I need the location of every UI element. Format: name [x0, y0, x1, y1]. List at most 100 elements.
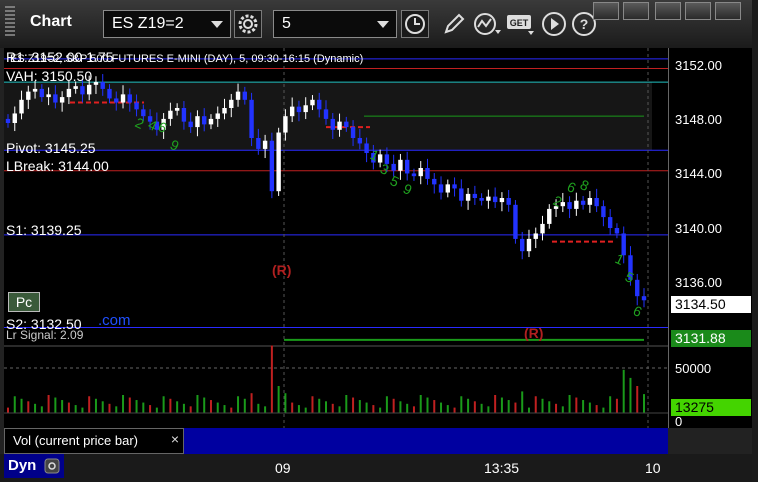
candle-body [465, 193, 471, 201]
volume-bar [237, 396, 240, 413]
clock-icon[interactable] [401, 10, 429, 38]
candle-body [303, 105, 308, 113]
pin-icon[interactable] [593, 2, 619, 20]
volume-tick: 0 [675, 414, 683, 429]
time-label: 13:35 [484, 460, 520, 476]
sequence-count: 6 [631, 302, 645, 320]
volume-bar [446, 405, 449, 413]
com-text: .com [98, 312, 131, 329]
volume-bar [331, 403, 334, 413]
candle-body [59, 97, 65, 103]
candle-body [46, 94, 51, 98]
volume-bar [196, 395, 199, 413]
candle-body [310, 99, 315, 106]
volume-bar [88, 396, 91, 413]
window-controls [593, 2, 743, 22]
volume-bar [629, 377, 632, 413]
volume-bar [94, 398, 97, 413]
r1-label: R1: 3152.00 1.75 [6, 49, 113, 65]
candle-body [283, 116, 288, 133]
volume-bar [189, 406, 192, 413]
volume-bar [385, 396, 388, 413]
vah-label: VAH: 3150.50 [6, 68, 93, 84]
minimize-icon[interactable] [655, 2, 681, 20]
volume-bar [555, 403, 558, 413]
candle-body [641, 296, 647, 301]
sequence-count: 5 [388, 172, 402, 190]
candle-body [330, 118, 335, 130]
volume-bar [223, 405, 226, 413]
pencil-icon[interactable] [440, 10, 468, 38]
volume-bar [636, 386, 639, 413]
volume-bar [588, 402, 591, 413]
candle-body [580, 200, 586, 205]
indicator-icon[interactable] [472, 10, 501, 38]
sequence-count: 9 [401, 180, 415, 198]
volume-bar [318, 398, 321, 413]
volume-bar [494, 395, 497, 413]
price-tick: 3136.00 [675, 275, 722, 290]
time-axis[interactable]: Dyn 09 13:35 10 [0, 454, 752, 482]
gear-icon[interactable] [234, 10, 262, 38]
candle-body [459, 188, 464, 201]
symbol-value: ES Z19=2 [112, 15, 184, 32]
price-chart[interactable]: 24691359268156 [4, 48, 668, 428]
time-label: 10 [645, 460, 661, 476]
candle-body [134, 102, 139, 110]
svg-text:GET: GET [510, 18, 529, 28]
candle-body [86, 84, 92, 95]
candle-body [452, 184, 457, 189]
candle-body [174, 108, 180, 111]
volume-bar [135, 400, 138, 413]
sequence-count: 1 [613, 250, 627, 268]
volume-bar [61, 400, 64, 413]
maximize-icon[interactable] [685, 2, 711, 20]
candle-body [526, 238, 532, 252]
candle-body [222, 108, 227, 114]
candle-body [472, 193, 478, 198]
candle-body [120, 94, 126, 103]
candle-body [438, 184, 444, 193]
volume-bar [419, 395, 422, 413]
candle-body [404, 159, 410, 174]
candle-body [506, 198, 511, 205]
dynamic-mode-button[interactable]: Dyn [4, 454, 64, 478]
candle-body [364, 143, 369, 153]
volume-bar [203, 397, 206, 413]
volume-bar [162, 396, 165, 413]
candle-body [39, 88, 45, 98]
candle-body [242, 91, 248, 100]
volume-bar [527, 407, 530, 413]
volume-bar [209, 400, 212, 413]
volume-bar [365, 402, 368, 413]
restore-icon[interactable] [623, 2, 649, 20]
volume-indicator-label[interactable]: Vol (current price bar) × [4, 428, 184, 454]
get-data-icon[interactable]: GET [506, 10, 534, 38]
candle-body [492, 196, 498, 203]
play-icon[interactable] [540, 10, 568, 38]
volume-bar [440, 402, 443, 413]
candle-body [594, 198, 599, 207]
volume-bar [47, 395, 50, 413]
close-icon[interactable]: × [171, 427, 179, 451]
time-label: 09 [275, 460, 291, 476]
volume-bar [74, 405, 77, 413]
close-icon[interactable] [715, 2, 741, 20]
volume-bar [311, 396, 314, 413]
price-axis[interactable]: 3152.00 3148.00 3144.00 3140.00 3136.00 … [668, 48, 753, 429]
candle-body [547, 208, 552, 224]
volume-bar [460, 396, 463, 413]
drag-grip[interactable] [5, 6, 15, 36]
interval-select[interactable]: 5 [273, 10, 397, 38]
volume-tag: 13275 [671, 399, 751, 416]
symbol-select[interactable]: ES Z19=2 [103, 10, 231, 38]
candle-body [269, 140, 275, 192]
candle-body [344, 121, 349, 128]
candle-body [520, 238, 525, 252]
candle-body [445, 184, 450, 193]
pc-badge[interactable]: Pc [8, 292, 40, 312]
candle-body [26, 91, 31, 100]
candle-body [296, 106, 302, 113]
candle-body [486, 196, 491, 201]
candle-body [114, 98, 119, 103]
